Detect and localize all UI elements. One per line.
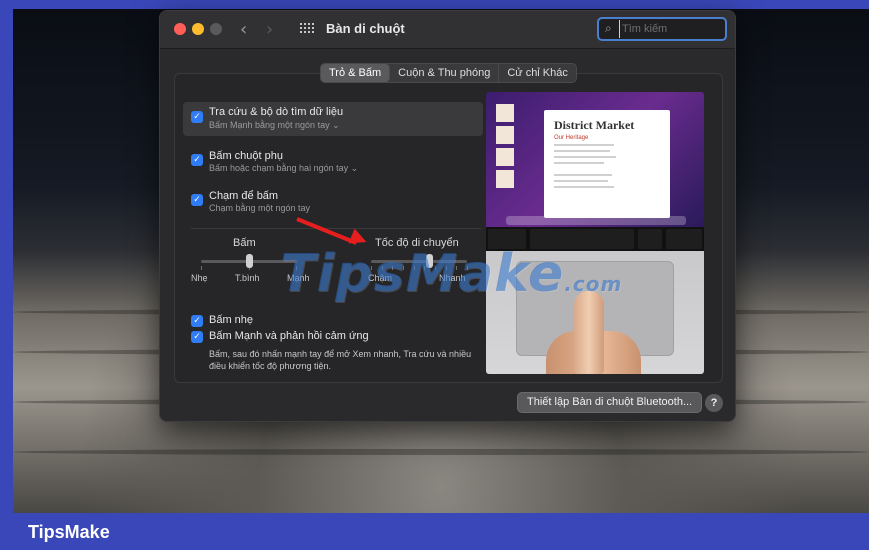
watermark: TipsMake.com (280, 244, 622, 304)
preview-screen: District Market Our Heritage (486, 92, 704, 227)
back-chevron-icon[interactable]: ‹ (240, 19, 247, 40)
preview-dock (506, 216, 686, 225)
preview-thumbnails (496, 104, 514, 204)
lookup-checkbox[interactable]: ✓ (191, 111, 203, 123)
close-button[interactable] (174, 23, 186, 35)
watermark-suffix: .com (564, 272, 623, 296)
click-slider-tick (201, 266, 202, 270)
watermark-text: TipsMake (280, 244, 565, 304)
option-label: Chạm để bấm (209, 190, 279, 202)
preview-doc-heading: Our Heritage (554, 135, 589, 141)
minimize-button[interactable] (192, 23, 204, 35)
click-slider-label-light: Nhẹ (191, 273, 208, 283)
window-title: Bàn di chuột (326, 21, 405, 36)
setup-bluetooth-trackpad-button[interactable]: Thiết lập Bàn di chuột Bluetooth... (517, 392, 703, 413)
force-click-checkbox[interactable]: ✓ (191, 331, 203, 343)
titlebar: ‹ › Bàn di chuột ⌕ (160, 11, 735, 49)
search-icon: ⌕ (605, 21, 612, 35)
gesture-preview-video: District Market Our Heritage (486, 92, 704, 374)
footer-brand: TipsMake (28, 522, 110, 542)
tap-to-click-checkbox[interactable]: ✓ (191, 194, 203, 206)
option-sublabel: Chạm bằng một ngón tay (209, 203, 311, 213)
footer-bar: TipsMake (0, 513, 869, 550)
tab-bar: Trỏ & Bấm Cuộn & Thu phóng Cử chỉ Khác (320, 63, 577, 83)
help-button[interactable]: ? (705, 394, 723, 412)
option-lookup[interactable]: ✓ Tra cứu & bộ dò tìm dữ liệu Bấm Mạnh b… (183, 102, 483, 136)
preview-document: District Market Our Heritage (544, 110, 670, 218)
forward-chevron-icon[interactable]: › (266, 19, 273, 40)
trackpad-preferences-window: ‹ › Bàn di chuột ⌕ ✓ Tra cứu & bộ dò tìm… (159, 10, 736, 422)
option-label: Tra cứu & bộ dò tìm dữ liệu (209, 106, 344, 118)
search-input[interactable] (619, 20, 719, 38)
option-sublabel[interactable]: Bấm hoặc chạm bằng hai ngón tay ⌄ (209, 163, 358, 174)
search-field[interactable]: ⌕ (597, 17, 727, 41)
option-label: Bấm Mạnh và phản hồi cảm ứng (209, 330, 369, 342)
wallpaper-rock-band (13, 449, 869, 455)
silent-clicking-checkbox[interactable]: ✓ (191, 315, 203, 327)
tab-more-gestures[interactable]: Cử chỉ Khác (499, 64, 576, 82)
option-sublabel[interactable]: Bấm Mạnh bằng một ngón tay ⌄ (209, 120, 340, 131)
show-all-grid-icon[interactable] (300, 23, 314, 35)
option-label: Bấm nhẹ (209, 314, 254, 326)
click-slider-label-medium: T.bình (235, 273, 260, 283)
secondary-click-checkbox[interactable]: ✓ (191, 154, 203, 166)
tab-point-click[interactable]: Trỏ & Bấm (321, 64, 391, 82)
preview-doc-title: District Market (554, 118, 635, 132)
zoom-button[interactable] (210, 23, 222, 35)
section-divider (191, 228, 481, 229)
option-label: Bấm chuột phụ (209, 150, 283, 162)
click-slider-title: Bấm (233, 237, 256, 249)
force-click-description: Bấm, sau đó nhấn mạnh tay để mở Xem nhan… (209, 349, 472, 371)
tab-scroll-zoom[interactable]: Cuộn & Thu phóng (390, 64, 500, 82)
click-slider-knob[interactable] (246, 254, 253, 268)
